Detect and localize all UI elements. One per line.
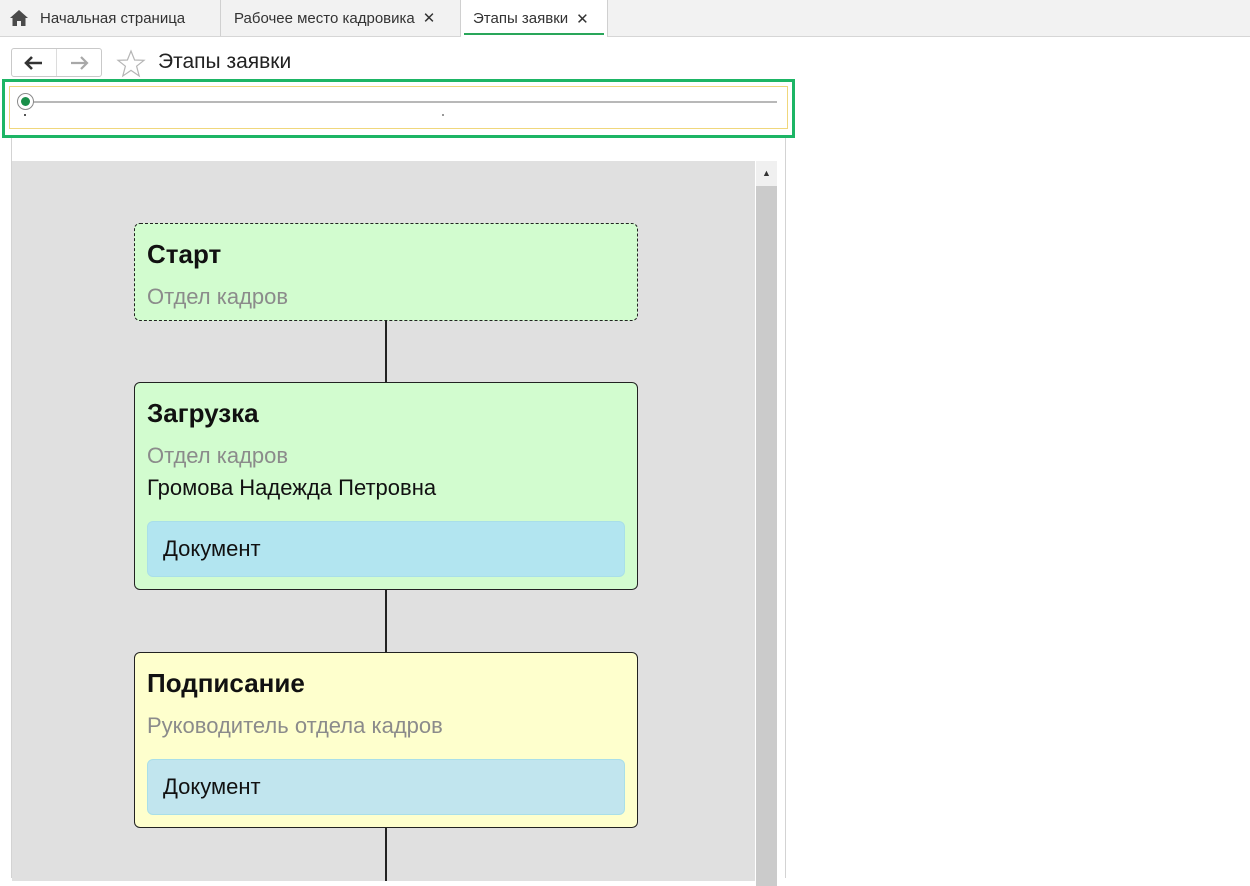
document-link[interactable]: Документ (147, 759, 625, 815)
stage-department: Руководитель отдела кадров (147, 713, 443, 738)
stage-slider[interactable] (9, 86, 788, 129)
navigation-buttons (11, 48, 102, 77)
stage-title: Подписание (147, 668, 305, 698)
forward-button[interactable] (56, 49, 101, 76)
stage-department: Отдел кадров (147, 443, 289, 468)
document-link[interactable]: Документ (147, 521, 625, 577)
tab-home[interactable]: Начальная страница (0, 0, 221, 36)
vertical-scrollbar[interactable]: ▲ (756, 161, 777, 886)
slider-tick (24, 114, 26, 116)
home-icon (10, 10, 28, 26)
star-icon[interactable] (116, 49, 146, 78)
arrow-left-icon (24, 55, 42, 70)
slider-track[interactable] (30, 101, 777, 103)
connector-line (385, 321, 387, 382)
tab-hr-workplace-label: Рабочее место кадровика (234, 9, 415, 27)
stage-diagram: Старт Отдел кадров Загрузка Отдел кадров… (12, 161, 755, 881)
slider-tick (442, 114, 444, 116)
tab-request-stages-label: Этапы заявки (473, 10, 569, 27)
stage-card-start[interactable]: Старт Отдел кадров (134, 223, 638, 321)
stage-title: Загрузка (147, 398, 259, 428)
back-button[interactable] (12, 49, 56, 76)
tab-request-stages[interactable]: Этапы заявки ✕ (461, 0, 608, 37)
active-tab-indicator (464, 33, 604, 35)
stage-slider-highlight (2, 79, 795, 138)
close-icon[interactable]: ✕ (576, 10, 589, 28)
stage-assignee: Громова Надежда Петровна (147, 475, 437, 500)
stage-department: Отдел кадров (147, 284, 289, 309)
tab-bar: Начальная страница Рабочее место кадрови… (0, 0, 1250, 37)
close-icon[interactable]: ✕ (423, 9, 436, 27)
scroll-thumb[interactable] (756, 186, 777, 886)
tab-home-label: Начальная страница (40, 9, 186, 27)
stage-title: Старт (147, 239, 222, 269)
tab-hr-workplace[interactable]: Рабочее место кадровика ✕ (221, 0, 461, 36)
slider-handle[interactable] (17, 93, 34, 110)
page-title: Этапы заявки (158, 50, 292, 73)
stage-card-load[interactable]: Загрузка Отдел кадров Громова Надежда Пе… (134, 382, 638, 590)
stage-card-sign[interactable]: Подписание Руководитель отдела кадров До… (134, 652, 638, 828)
arrow-right-icon (71, 55, 89, 70)
connector-line (385, 828, 387, 881)
scroll-up-icon[interactable]: ▲ (756, 161, 777, 185)
connector-line (385, 590, 387, 652)
